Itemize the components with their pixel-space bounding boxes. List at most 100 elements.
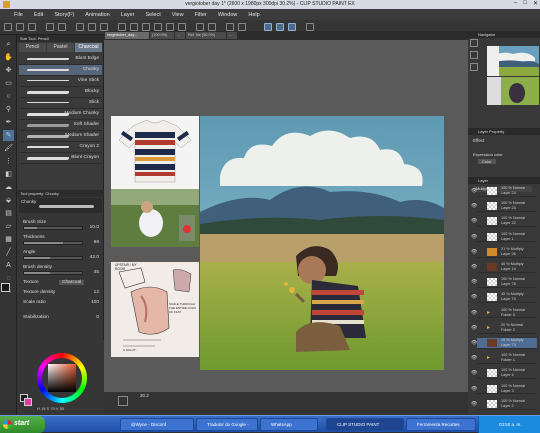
brush-crayon-2[interactable]: Crayon 2 [19, 142, 102, 153]
visibility-eye-icon[interactable]: 👁 [471, 203, 477, 209]
fill-tool-icon[interactable]: ⬙ [3, 195, 14, 206]
brush-tool-icon[interactable]: 🖌 [3, 143, 14, 154]
canvas-tab-more-2[interactable]: ... [227, 32, 237, 39]
paste-icon[interactable] [100, 23, 108, 31]
visibility-eye-icon[interactable]: 👁 [471, 340, 477, 346]
layer-row[interactable]: 👁 100 % Normal Layer 78 [471, 277, 537, 288]
select-all-icon[interactable] [154, 23, 162, 31]
colorize-icon[interactable] [306, 23, 314, 31]
texture-select[interactable]: Charcoal [59, 280, 85, 285]
menu-view[interactable]: View [172, 12, 184, 18]
menu-story[interactable]: Story(F) [54, 12, 74, 18]
layer-row[interactable]: 👁 45 % Multiply Layer 74 [471, 292, 537, 304]
hand-tool-icon[interactable]: ✋ [3, 52, 14, 63]
pencil-tool-icon[interactable]: ✎ [3, 130, 14, 141]
snap-ruler-icon[interactable] [226, 23, 234, 31]
canvas-tab-main[interactable]: vergiotober_day... [105, 32, 149, 39]
visibility-eye-icon[interactable]: 👁 [471, 218, 477, 224]
visibility-eye-icon[interactable]: 👁 [471, 264, 477, 270]
visibility-eye-icon[interactable]: 👁 [471, 355, 477, 361]
painting-canvas[interactable] [200, 116, 444, 370]
task-clip-studio-paint[interactable]: CLIP STUDIO PAINT [326, 418, 404, 431]
subtool-tab-charcoal[interactable]: Charcoal [75, 43, 102, 52]
blend-tool-icon[interactable]: ☁ [3, 182, 14, 193]
layer-row[interactable]: 👁 100 % Normal Layer 3 [471, 384, 537, 395]
visibility-eye-icon[interactable]: 👁 [471, 188, 477, 194]
visibility-eye-icon[interactable]: 👁 [471, 294, 477, 300]
new-file-icon[interactable] [4, 23, 12, 31]
figure-tool-icon[interactable]: ▱ [3, 221, 14, 232]
pen-tool-icon[interactable]: ✒ [3, 117, 14, 128]
copy-icon[interactable] [88, 23, 96, 31]
zoom-value[interactable]: 30.2 [140, 393, 149, 398]
brush-size-row[interactable]: Brush Size 10.0 [21, 220, 101, 232]
visibility-eye-icon[interactable]: 👁 [471, 386, 477, 392]
layer-row[interactable]: 👁 ▸ 100 % Normal Folder 1 [471, 353, 537, 364]
crop-icon[interactable] [196, 23, 204, 31]
navigator-flip-icon[interactable] [470, 63, 478, 71]
visibility-eye-icon[interactable]: 👁 [471, 249, 477, 255]
menu-select[interactable]: Select [145, 12, 160, 18]
ruler-tool-icon[interactable]: ╱ [3, 247, 14, 258]
angle-slider[interactable] [23, 256, 83, 260]
task-snipping-tool[interactable]: Ferramenta Recortes [406, 418, 476, 431]
task-whatsapp[interactable]: WhatsApp [260, 418, 318, 431]
brush-medium-chunky[interactable]: Medium Chunky [19, 109, 102, 120]
subtool-tab-pastel[interactable]: Pastel [47, 43, 74, 52]
cut-icon[interactable] [76, 23, 84, 31]
close-button[interactable]: ✕ [533, 0, 538, 9]
stroke-icon[interactable] [276, 23, 284, 31]
menu-edit[interactable]: Edit [34, 12, 43, 18]
stabilization-row[interactable]: Stabilization 0 [21, 315, 101, 327]
task-discord[interactable]: @Wyne - Discord [120, 418, 194, 431]
eraser-tool-icon[interactable]: ◧ [3, 169, 14, 180]
minimize-button[interactable]: – [514, 0, 517, 9]
thickness-row[interactable]: Thickness 68 [21, 235, 101, 247]
brush-vine-stick[interactable]: Vine Stick [19, 76, 102, 87]
navigator-thumbnail-2[interactable] [487, 77, 539, 105]
task-google-translate[interactable]: Tradutor do Google - [196, 418, 258, 431]
layer-row[interactable]: 👁 15 % Multiply Layer 73 [471, 338, 537, 349]
brush-blocky[interactable]: Blocky [19, 87, 102, 98]
open-file-icon[interactable] [16, 23, 24, 31]
airbrush-tool-icon[interactable]: ⋮ [3, 156, 14, 167]
reference-image-shirt[interactable] [111, 116, 199, 189]
layer-row[interactable]: 👁 100 % Normal Layer 4 [471, 368, 537, 380]
navigator-rotate-icon[interactable] [470, 51, 478, 59]
lasso-tool-icon[interactable]: ○ [3, 91, 14, 102]
brush-blunt-crayon[interactable]: Blunt Crayon [19, 153, 102, 164]
zoom-tool-icon[interactable]: ⌕ [3, 39, 14, 50]
visibility-eye-icon[interactable]: 👁 [471, 279, 477, 285]
pen-pressure-icon[interactable] [264, 23, 272, 31]
layer-row[interactable]: 👁 21 % Multiply Layer 26 [471, 247, 537, 258]
visibility-eye-icon[interactable]: 👁 [471, 401, 477, 407]
menu-filter[interactable]: Filter [195, 12, 207, 18]
brush-chunky[interactable]: Chunky [19, 65, 102, 76]
move-tool-icon[interactable]: ✥ [3, 65, 14, 76]
menu-window[interactable]: Window [218, 12, 238, 18]
eyedropper-tool-icon[interactable]: ⚲ [3, 104, 14, 115]
layer-row[interactable]: 👁 100 % Normal Layer 23 [471, 201, 537, 212]
text-tool-icon[interactable]: A [3, 260, 14, 271]
foreground-color-swatch[interactable] [1, 283, 10, 292]
canvas-tab-more[interactable]: ... [175, 32, 185, 39]
brush-medium-shader[interactable]: Medium Shader [19, 131, 102, 142]
transform-icon[interactable] [130, 23, 138, 31]
expression-color-select[interactable]: Color [478, 159, 496, 164]
menu-animation[interactable]: Animation [85, 12, 109, 18]
frame-tool-icon[interactable]: ▦ [3, 234, 14, 245]
hide-selection-icon[interactable] [208, 23, 216, 31]
visibility-eye-icon[interactable]: 👁 [471, 234, 477, 240]
menu-file[interactable]: File [14, 12, 23, 18]
reference-image-fold-sketch[interactable]: UPSTAIR / MY ROOM SCALE THROUGH THE ENTI… [111, 262, 199, 357]
thickness-slider[interactable] [23, 241, 83, 245]
canvas-tab-ref[interactable]: Ref. file (50.0%) [186, 32, 226, 39]
menu-help[interactable]: Help [248, 12, 259, 18]
brush-size-slider[interactable] [23, 226, 83, 230]
gradient-tool-icon[interactable]: ▤ [3, 208, 14, 219]
snap-grid-icon[interactable] [238, 23, 246, 31]
visibility-eye-icon[interactable]: 👁 [471, 325, 477, 331]
layer-row[interactable]: 👁 100 % Normal Layer 1 [471, 232, 537, 243]
saturation-value-square[interactable] [48, 364, 76, 392]
reference-image-child-photo[interactable] [111, 189, 199, 247]
